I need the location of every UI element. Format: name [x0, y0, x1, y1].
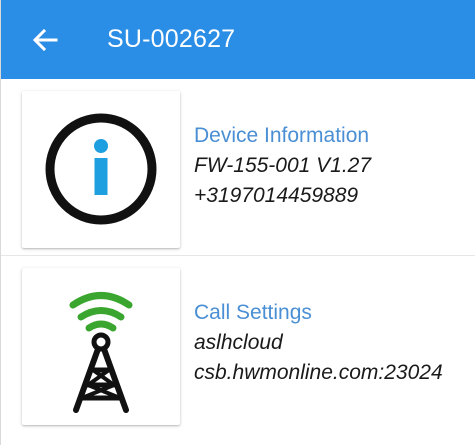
icon-card: [22, 268, 180, 425]
item-title: Call Settings: [194, 301, 312, 324]
list-item-call-settings[interactable]: Call Settings aslhcloud csb.hwmonline.co…: [1, 256, 475, 432]
list-item-device-information[interactable]: Device Information FW-155-001 V1.27 +319…: [1, 79, 475, 256]
info-circle-icon: [45, 113, 157, 225]
firmware-version: FW-155-001 V1.27: [194, 154, 372, 177]
server-name: aslhcloud: [194, 331, 283, 354]
settings-list: Device Information FW-155-001 V1.27 +319…: [1, 79, 475, 432]
page-title: SU-002627: [107, 25, 236, 53]
item-title: Device Information: [194, 124, 370, 147]
radio-tower-icon: [69, 292, 133, 413]
app-bar: SU-002627: [1, 0, 475, 79]
arrow-left-icon: [32, 28, 58, 52]
item-text: Call Settings aslhcloud csb.hwmonline.co…: [194, 298, 475, 388]
back-button[interactable]: [28, 22, 64, 58]
icon-card: [22, 91, 180, 248]
item-text: Device Information FW-155-001 V1.27 +319…: [194, 121, 475, 211]
screen: SU-002627 Device Information FW-155-001 …: [0, 0, 475, 445]
server-address: csb.hwmonline.com:23024: [194, 361, 443, 384]
phone-number: +3197014459889: [194, 184, 359, 207]
